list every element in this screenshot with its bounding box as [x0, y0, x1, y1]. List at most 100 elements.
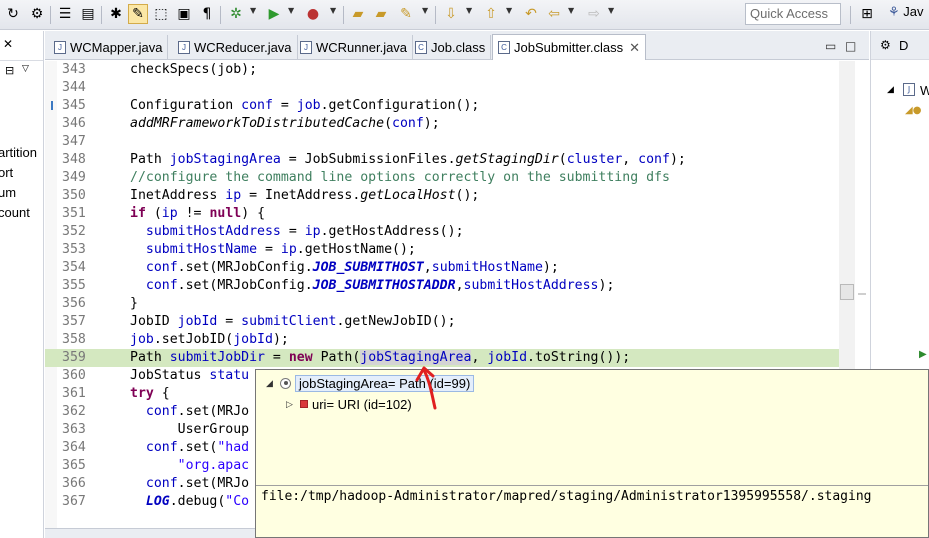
overview-mark[interactable] — [858, 293, 866, 295]
toolbar-separator — [343, 6, 344, 24]
show-whitespace-icon[interactable]: ▣ — [174, 4, 194, 24]
previous-annotation-dropdown-icon[interactable]: ▼ — [506, 6, 512, 15]
change-marker — [51, 101, 58, 110]
tree-item-fragment[interactable]: artition — [0, 145, 37, 160]
run-icon[interactable]: ▶ — [264, 4, 284, 24]
tree-item-fragment[interactable]: um — [0, 185, 16, 200]
java-file-icon: J — [300, 40, 312, 54]
tab-label: WCRunner.java — [316, 39, 408, 55]
scrollbar-thumb[interactable] — [840, 284, 854, 300]
bottom-panel-tabs[interactable] — [45, 528, 257, 538]
main-toolbar: ↻ ⚙ ☰ ▤ ✱ ✎ ⬚ ▣ ¶ ✲ ▼ ▶ ▼ ● ▼ ▰ ▰ ✎ ▼ ⇩ … — [0, 0, 929, 30]
search-dropdown-icon[interactable]: ▼ — [422, 6, 428, 15]
view-menu-icon[interactable]: ▽ — [22, 64, 29, 74]
tab-wcrunner[interactable]: J WCRunner.java — [295, 35, 414, 59]
code-text: LOG.debug("Co — [145, 494, 250, 509]
variable-tree: ◢ jobStagingArea= Path (id=99) ▷ uri= UR… — [256, 370, 928, 485]
code-line: 356} — [62, 296, 138, 311]
code-text: submitHostAddress = ip.getHostAddress(); — [145, 224, 464, 239]
tab-jobsubmitter-class[interactable]: C JobSubmitter.class ✕ — [492, 34, 647, 60]
next-annotation-icon[interactable]: ⇩ — [441, 4, 461, 24]
tree-expand-icon[interactable]: ◢ — [887, 85, 894, 95]
back-icon[interactable]: ⇦ — [544, 4, 564, 24]
code-text: conf.set(MRJo — [145, 476, 250, 491]
code-line: 358 job.setJobID(jobId); — [62, 332, 289, 347]
java-perspective-button[interactable]: ⚘ Jav — [888, 4, 924, 20]
minimize-editor-icon[interactable]: ▭ — [825, 39, 836, 53]
external-tools-dropdown-icon[interactable]: ▼ — [330, 6, 336, 15]
close-tab-icon[interactable]: ✕ — [629, 40, 640, 56]
search-icon[interactable]: ✎ — [396, 4, 416, 24]
package-explorer-panel: ✕ ⊟ ▽ artition ort um count — [0, 31, 44, 538]
class-member-icon: ◢● — [905, 105, 922, 116]
private-field-icon — [300, 400, 308, 408]
run-dropdown-icon[interactable]: ▼ — [288, 6, 294, 15]
code-line: 353 submitHostName = ip.getHostName(); — [62, 242, 416, 257]
java-file-icon: J — [178, 40, 190, 54]
toggle-list-icon[interactable]: ☰ — [55, 4, 75, 24]
variable-inspect-popup[interactable]: ◢ jobStagingArea= Path (id=99) ▷ uri= UR… — [255, 369, 929, 538]
toolbar-separator — [220, 6, 221, 24]
breakpoint-icon[interactable]: ✱ — [106, 4, 126, 24]
code-line: 344 — [62, 80, 86, 95]
wrench-icon[interactable]: ⚙ — [27, 4, 47, 24]
next-annotation-dropdown-icon[interactable]: ▼ — [466, 6, 472, 15]
toggle-tree-icon[interactable]: ▤ — [78, 4, 98, 24]
code-text: try { — [130, 386, 170, 401]
code-line: 345 Configuration conf = job.getConfigura… — [45, 97, 869, 115]
java-file-icon: J — [903, 83, 915, 96]
code-text: conf.set(MRJobConfig.JOB_SUBMITHOST,subm… — [145, 260, 559, 275]
tab-job-class[interactable]: C Job.class — [410, 35, 492, 59]
collapse-all-icon[interactable]: ⊟ — [5, 64, 14, 77]
code-line: 343 checkSpecs(job); — [62, 62, 258, 77]
class-file-icon: C — [415, 40, 427, 54]
code-line: 355 conf.set(MRJobConfig.JOB_SUBMITHOSTA… — [62, 278, 615, 293]
code-text: Path jobStagingArea = JobSubmissionFiles… — [130, 152, 686, 167]
tab-wcmapper[interactable]: J WCMapper.java — [49, 35, 169, 59]
variable-detail-pane[interactable]: file:/tmp/hadoop-Administrator/mapred/st… — [256, 485, 928, 537]
code-comment: //configure the command line options cor… — [130, 170, 670, 185]
toolbar-separator — [101, 6, 102, 24]
package-explorer-header: ✕ — [0, 31, 43, 61]
tree-item-fragment[interactable]: ort — [0, 165, 13, 180]
mark-occurrences-icon[interactable]: ✎ — [128, 4, 148, 24]
code-text: addMRFrameworkToDistributedCache(conf); — [130, 116, 440, 131]
code-text: submitHostName = ip.getHostName(); — [145, 242, 416, 257]
refresh-icon[interactable]: ↻ — [3, 4, 23, 24]
open-folder-icon[interactable]: ▰ — [371, 4, 391, 24]
previous-annotation-icon[interactable]: ⇧ — [481, 4, 501, 24]
toolbar-separator — [50, 6, 51, 24]
outline-tree-label[interactable]: W — [920, 83, 929, 98]
code-text: JobStatus statu — [130, 368, 250, 383]
code-line: 349//configure the command line options … — [62, 170, 670, 185]
block-selection-icon[interactable]: ⬚ — [151, 4, 171, 24]
debug-icon[interactable]: ✲ — [226, 4, 246, 24]
close-icon[interactable]: ✕ — [3, 37, 13, 51]
new-package-icon[interactable]: ▰ — [348, 4, 368, 24]
code-line: 347 — [62, 134, 86, 149]
external-tools-icon[interactable]: ● — [303, 4, 323, 24]
tab-label: WCReducer.java — [194, 39, 292, 55]
code-text: InetAddress ip = InetAddress.getLocalHos… — [130, 188, 480, 203]
outline-tab-label[interactable]: D — [899, 38, 908, 53]
outline-icon[interactable]: ⚙ — [880, 38, 891, 52]
debug-dropdown-icon[interactable]: ▼ — [250, 6, 256, 15]
code-text: conf.set("had — [145, 440, 250, 455]
tree-item-fragment[interactable]: count — [0, 205, 30, 220]
open-perspective-icon[interactable]: ⊞ — [857, 4, 877, 24]
back-dropdown-icon[interactable]: ▼ — [568, 6, 574, 15]
expand-icon[interactable]: ▷ — [286, 399, 296, 410]
forward-icon[interactable]: ⇨ — [584, 4, 604, 24]
code-text: UserGroup — [130, 422, 250, 437]
last-edit-location-icon[interactable]: ↶ — [521, 4, 541, 24]
maximize-editor-icon[interactable]: □ — [845, 39, 856, 53]
tab-wcreducer[interactable]: J WCReducer.java — [173, 35, 298, 59]
editor-tabbar: J WCMapper.java J WCReducer.java J WCRun… — [45, 31, 869, 60]
variable-child-row[interactable]: ▷ uri= URI (id=102) — [286, 395, 412, 413]
code-text: "org.apac — [130, 458, 250, 473]
pilcrow-icon[interactable]: ¶ — [197, 4, 217, 24]
collapse-icon[interactable]: ◢ — [266, 378, 276, 389]
forward-dropdown-icon[interactable]: ▼ — [608, 6, 614, 15]
quick-access-field[interactable]: Quick Access — [745, 3, 841, 25]
java-perspective-label: Jav — [903, 4, 924, 19]
